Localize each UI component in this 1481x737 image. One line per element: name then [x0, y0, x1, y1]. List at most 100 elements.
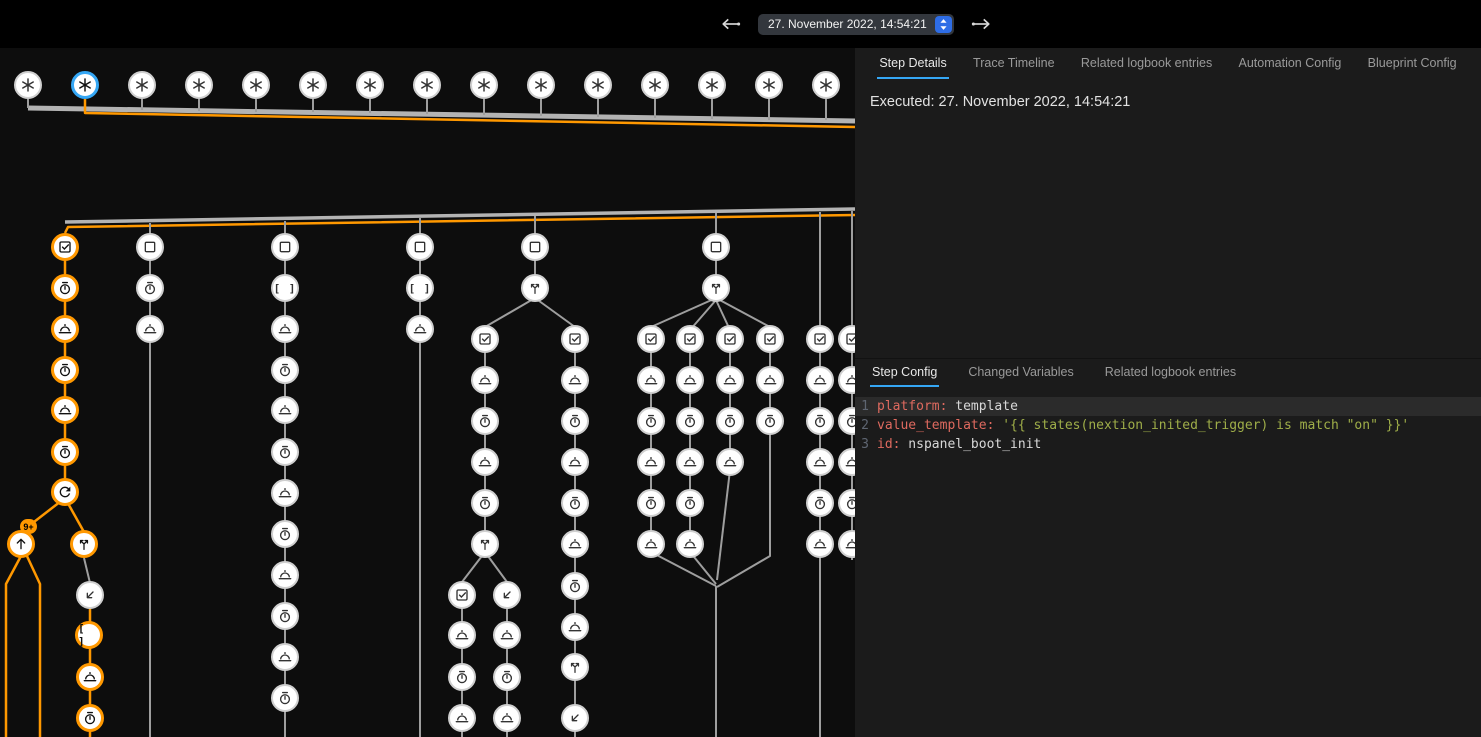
- trace-node-timer[interactable]: [51, 438, 79, 466]
- trace-node-timer[interactable]: [806, 407, 834, 435]
- trace-node-service[interactable]: [637, 448, 665, 476]
- trace-node-brackets[interactable]: [ ]: [406, 274, 434, 302]
- trace-node-service[interactable]: [561, 448, 589, 476]
- trace-node-service[interactable]: [561, 366, 589, 394]
- trace-node-timer[interactable]: [676, 489, 704, 517]
- tab-trace-timeline[interactable]: Trace Timeline: [971, 48, 1057, 79]
- trace-node-service[interactable]: [271, 315, 299, 343]
- trace-node-service[interactable]: [471, 448, 499, 476]
- trace-node-timer[interactable]: [271, 356, 299, 384]
- trace-node-timer[interactable]: [493, 663, 521, 691]
- trace-node-service[interactable]: [271, 479, 299, 507]
- trace-node-choose[interactable]: [521, 274, 549, 302]
- trace-node-trigger[interactable]: [812, 71, 840, 99]
- tab-blueprint-config[interactable]: Blueprint Config: [1366, 48, 1459, 79]
- trace-node-condition[interactable]: [471, 325, 499, 353]
- trace-node-service[interactable]: [51, 315, 79, 343]
- trace-node-service[interactable]: [448, 704, 476, 732]
- trace-node-service[interactable]: [716, 366, 744, 394]
- trace-node-service[interactable]: [637, 530, 665, 558]
- trace-node-timer[interactable]: [471, 489, 499, 517]
- trace-node-service[interactable]: [493, 621, 521, 649]
- trace-node-timer[interactable]: [637, 489, 665, 517]
- trace-node-timer[interactable]: [448, 663, 476, 691]
- trace-node-timer[interactable]: [51, 274, 79, 302]
- trace-node-split[interactable]: [471, 530, 499, 558]
- trace-node-service[interactable]: [676, 366, 704, 394]
- trace-node-service[interactable]: [51, 396, 79, 424]
- trace-node-timer[interactable]: [561, 407, 589, 435]
- trace-node-square[interactable]: [271, 233, 299, 261]
- trace-node-choose[interactable]: [702, 274, 730, 302]
- trace-node-repeat[interactable]: [51, 478, 79, 506]
- trace-node-timer[interactable]: [136, 274, 164, 302]
- trace-node-trigger[interactable]: [356, 71, 384, 99]
- trace-node-split[interactable]: [561, 653, 589, 681]
- trace-node-timer[interactable]: [756, 407, 784, 435]
- trace-node-trigger[interactable]: [641, 71, 669, 99]
- trace-node-service[interactable]: [806, 366, 834, 394]
- trace-node-service[interactable]: [806, 530, 834, 558]
- trace-node-trigger[interactable]: [584, 71, 612, 99]
- trace-node-service[interactable]: [716, 448, 744, 476]
- trace-node-service[interactable]: [493, 704, 521, 732]
- trace-node-arrow-dl[interactable]: [493, 581, 521, 609]
- trace-node-timer[interactable]: [716, 407, 744, 435]
- trace-node-service[interactable]: [271, 643, 299, 671]
- previous-run-button[interactable]: [718, 11, 744, 37]
- trace-node-timer[interactable]: [561, 489, 589, 517]
- trace-node-arrow-up[interactable]: [7, 530, 35, 558]
- step-config-code[interactable]: 1 platform: template 2 value_template: '…: [855, 397, 1481, 454]
- trace-node-trigger[interactable]: [185, 71, 213, 99]
- trace-node-service[interactable]: [136, 315, 164, 343]
- trace-node-timer[interactable]: [271, 602, 299, 630]
- trace-node-condition[interactable]: [448, 581, 476, 609]
- trace-node-square[interactable]: [702, 233, 730, 261]
- trace-node-timer[interactable]: [271, 438, 299, 466]
- next-run-button[interactable]: [968, 11, 994, 37]
- trace-graph[interactable]: [ ][ ][ ]9+: [0, 48, 855, 737]
- trace-node-service[interactable]: [676, 530, 704, 558]
- tab-changed-variables[interactable]: Changed Variables: [966, 359, 1075, 387]
- trace-node-timer[interactable]: [271, 520, 299, 548]
- trace-node-trigger[interactable]: [299, 71, 327, 99]
- tab-step-config[interactable]: Step Config: [870, 359, 939, 387]
- trace-node-arrow-dl[interactable]: [561, 704, 589, 732]
- trace-node-brackets[interactable]: [ ]: [75, 621, 103, 649]
- trace-node-trigger[interactable]: [242, 71, 270, 99]
- trace-node-condition[interactable]: [637, 325, 665, 353]
- trace-node-trigger[interactable]: [527, 71, 555, 99]
- tab-related-logbook[interactable]: Related logbook entries: [1079, 48, 1214, 79]
- trace-node-arrow-dl[interactable]: [76, 581, 104, 609]
- run-date-select[interactable]: 27. November 2022, 14:54:21: [758, 14, 954, 35]
- trace-node-split[interactable]: [70, 530, 98, 558]
- trace-node-square[interactable]: [521, 233, 549, 261]
- trace-node-service[interactable]: [271, 396, 299, 424]
- trace-node-trigger[interactable]: [470, 71, 498, 99]
- trace-node-service[interactable]: [561, 613, 589, 641]
- trace-node-trigger[interactable]: [413, 71, 441, 99]
- trace-node-service[interactable]: [271, 561, 299, 589]
- tab-step-related-logbook[interactable]: Related logbook entries: [1103, 359, 1238, 387]
- trace-node-timer[interactable]: [637, 407, 665, 435]
- trace-node-condition[interactable]: [561, 325, 589, 353]
- trace-node-service[interactable]: [471, 366, 499, 394]
- trace-node-trigger[interactable]: [14, 71, 42, 99]
- trace-node-condition[interactable]: [51, 233, 79, 261]
- trace-node-condition[interactable]: [676, 325, 704, 353]
- trace-node-condition[interactable]: [716, 325, 744, 353]
- trace-node-trigger[interactable]: [698, 71, 726, 99]
- trace-node-service[interactable]: [448, 621, 476, 649]
- trace-node-condition[interactable]: [806, 325, 834, 353]
- trace-node-timer[interactable]: [51, 356, 79, 384]
- trace-node-trigger[interactable]: [755, 71, 783, 99]
- tab-automation-config[interactable]: Automation Config: [1237, 48, 1344, 79]
- trace-node-service[interactable]: [676, 448, 704, 476]
- trace-node-service[interactable]: [406, 315, 434, 343]
- trace-node-brackets[interactable]: [ ]: [271, 274, 299, 302]
- trace-node-service[interactable]: [806, 448, 834, 476]
- trace-node-square[interactable]: [406, 233, 434, 261]
- trace-node-timer[interactable]: [76, 704, 104, 732]
- trace-node-condition[interactable]: [756, 325, 784, 353]
- tab-step-details[interactable]: Step Details: [877, 48, 948, 79]
